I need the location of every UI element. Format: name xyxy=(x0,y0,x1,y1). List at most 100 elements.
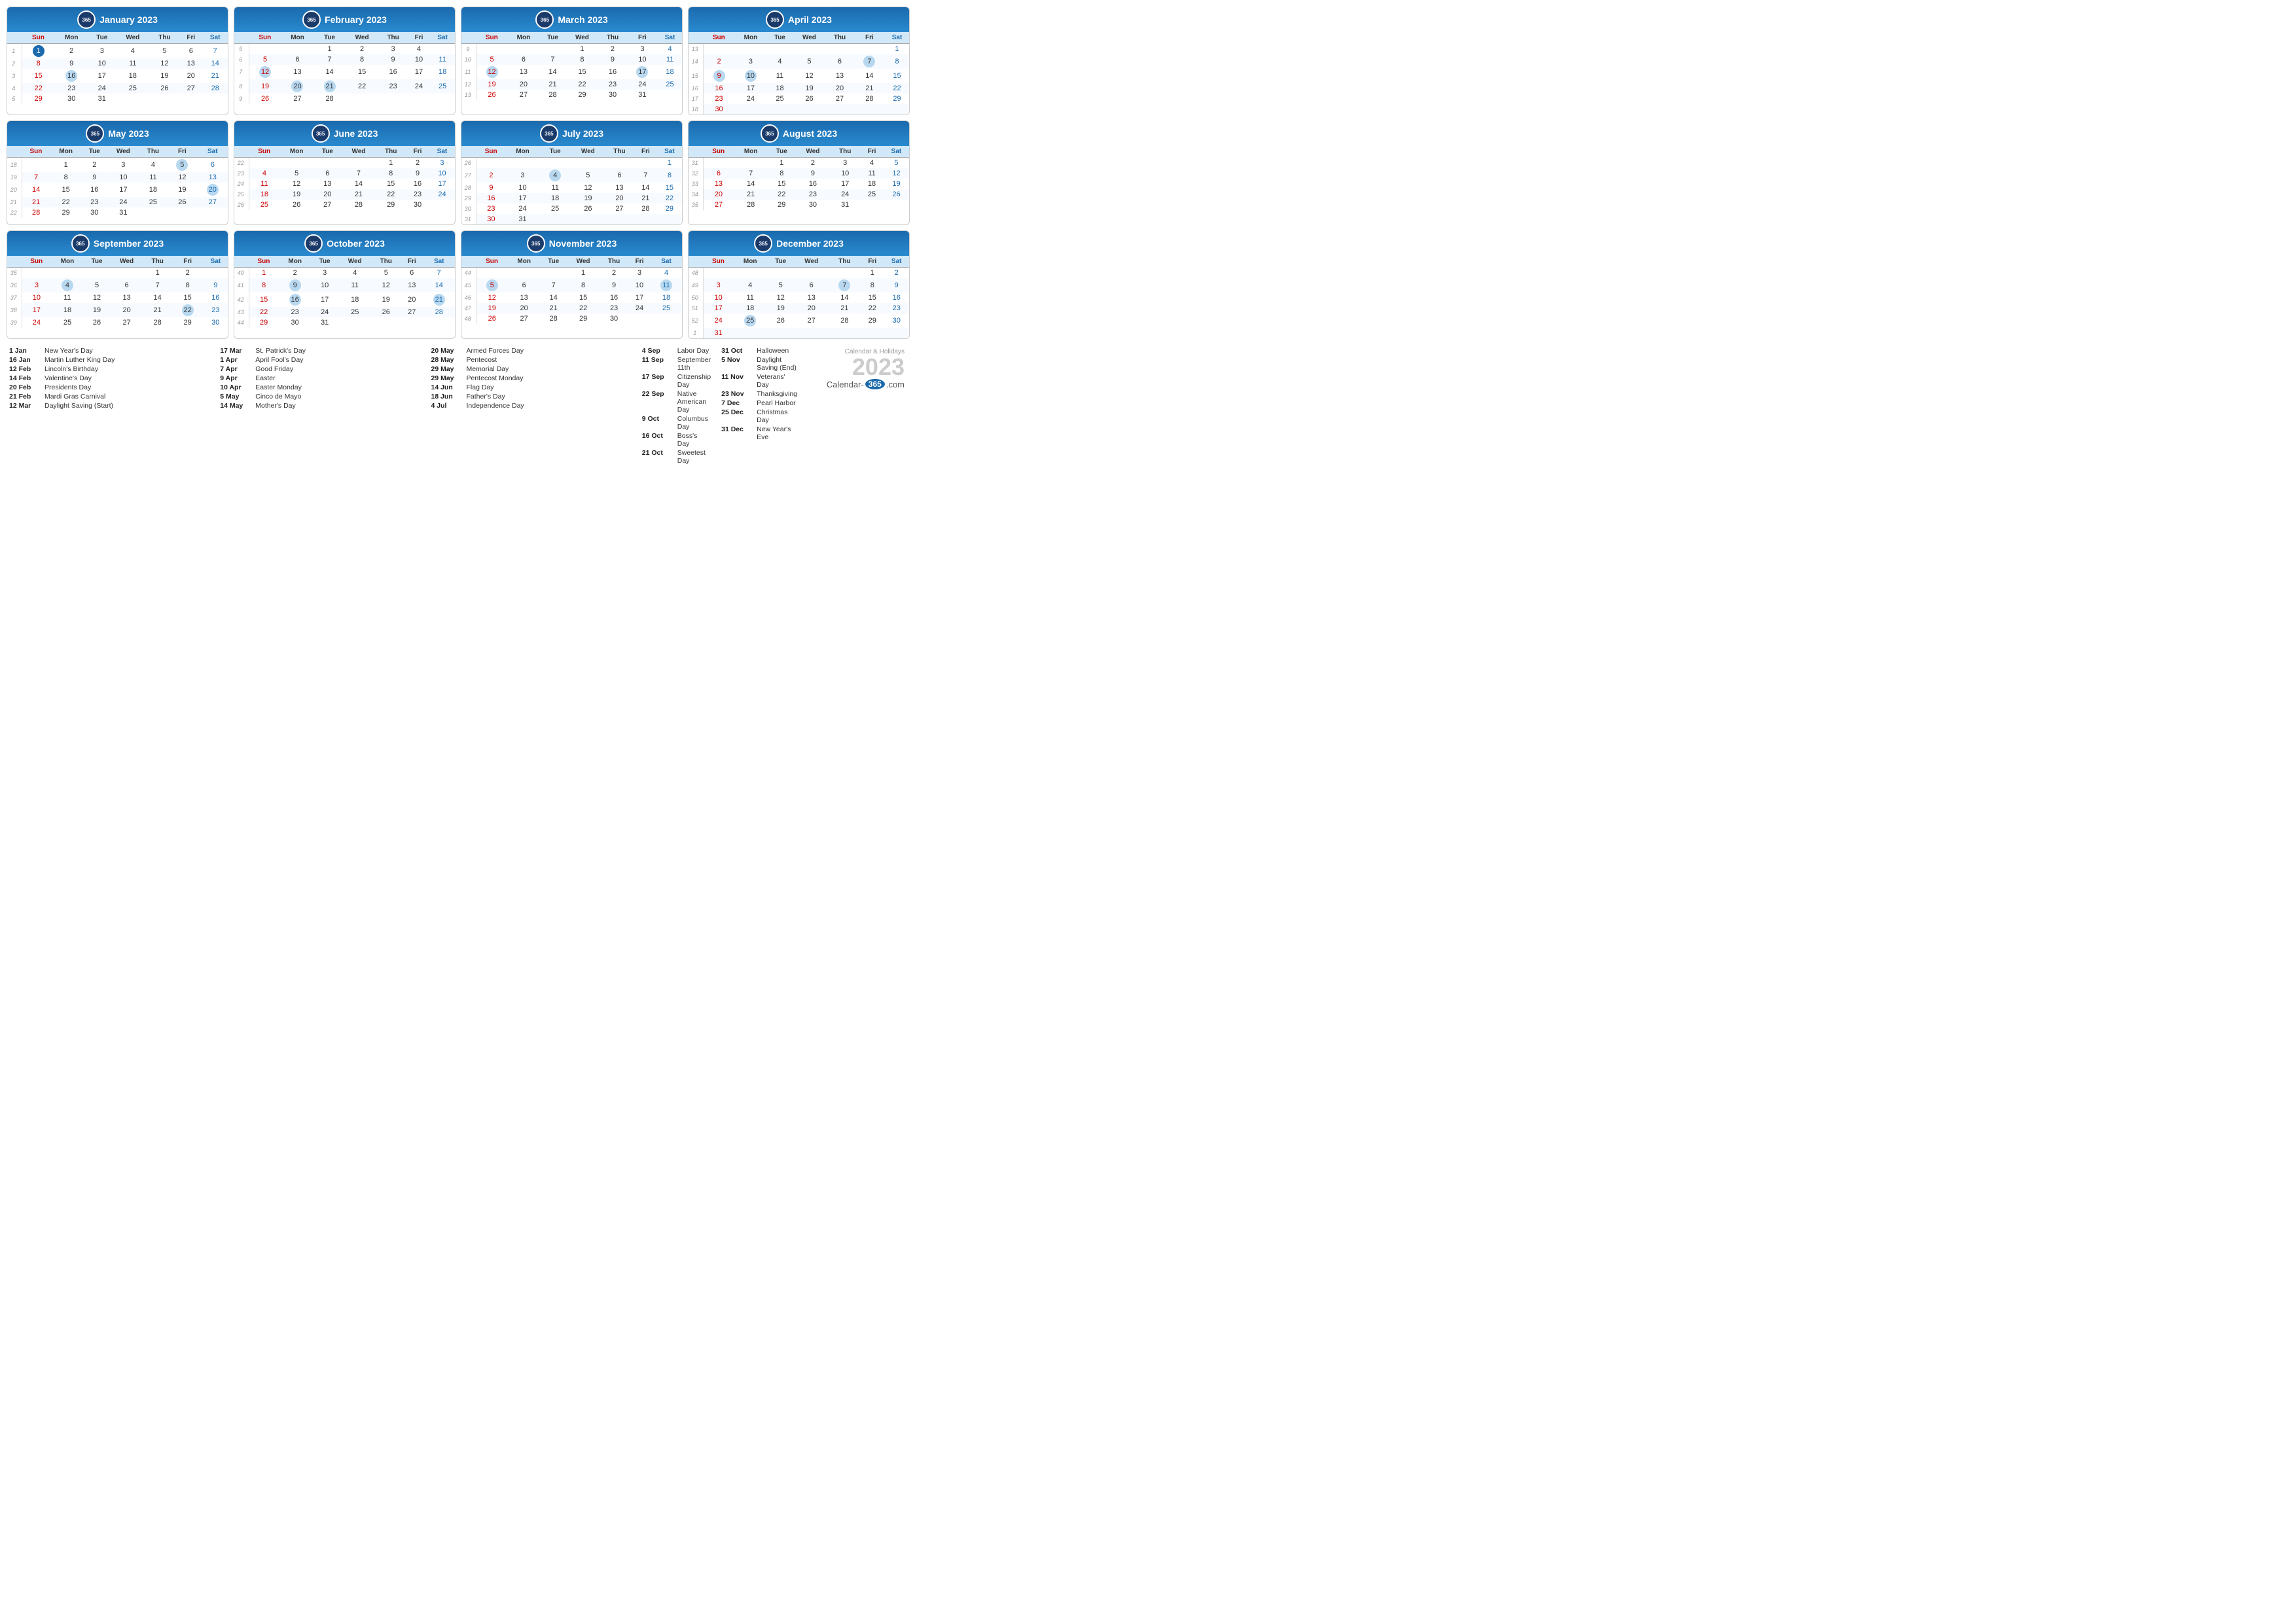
day-header-sun: Sun xyxy=(703,256,734,268)
holiday-name: Pearl Harbor xyxy=(757,399,796,407)
month-title: August 2023 xyxy=(783,128,837,139)
day-cell: 12 xyxy=(279,179,314,189)
day-cell: 28 xyxy=(342,200,376,210)
day-cell: 27 xyxy=(314,200,342,210)
day-cell: 24 xyxy=(312,307,338,317)
day-cell: 17 xyxy=(22,303,51,317)
holiday-date: 9 Oct xyxy=(642,415,673,431)
month-card-august-2023: 365August 2023SunMonTueWedThuFriSat31123… xyxy=(688,120,910,225)
week-row: 142345678 xyxy=(689,54,909,69)
week-number: 38 xyxy=(7,303,22,317)
day-cell: 16 xyxy=(884,293,909,303)
day-cell: 3 xyxy=(88,44,116,59)
day-cell: 25 xyxy=(338,307,372,317)
day-cell: 9 xyxy=(82,172,108,183)
day-cell: 14 xyxy=(143,293,172,303)
day-cell: 26 xyxy=(372,307,401,317)
day-cell: 22 xyxy=(376,189,406,200)
day-cell: 10 xyxy=(429,168,455,179)
holiday-name: September 11th xyxy=(677,356,711,372)
day-header-tue: Tue xyxy=(82,146,108,158)
month-table: SunMonTueWedThuFriSat2212323456789102411… xyxy=(234,146,455,210)
day-cell: 19 xyxy=(767,303,795,313)
week-number: 22 xyxy=(234,158,249,169)
day-cell xyxy=(540,268,567,279)
day-header-sun: Sun xyxy=(703,32,735,44)
day-cell: 26 xyxy=(279,200,314,210)
day-header-fri: Fri xyxy=(627,32,658,44)
day-header-mon: Mon xyxy=(508,32,540,44)
holiday-row: 14 FebValentine's Day xyxy=(9,374,212,382)
week-number: 34 xyxy=(689,189,703,200)
holiday-name: Pentecost Monday xyxy=(467,374,524,382)
day-cell: 15 xyxy=(172,293,204,303)
day-cell xyxy=(378,94,407,104)
day-cell: 23 xyxy=(279,307,312,317)
brand-badge: 365 xyxy=(865,379,885,389)
holiday-name: Easter xyxy=(255,374,275,382)
week-number: 47 xyxy=(461,303,476,313)
holiday-row: 20 MayArmed Forces Day xyxy=(431,347,634,355)
holiday-date: 4 Jul xyxy=(431,402,463,410)
month-header: 365December 2023 xyxy=(689,231,909,256)
holiday-name: Memorial Day xyxy=(467,365,509,373)
week-number: 46 xyxy=(461,293,476,303)
week-number: 5 xyxy=(7,94,22,104)
week-number: 28 xyxy=(461,183,476,193)
day-cell: 12 xyxy=(476,293,508,303)
holiday-date: 31 Dec xyxy=(721,425,753,441)
day-cell: 31 xyxy=(703,328,734,338)
holidays-section: 1 JanNew Year's Day16 JanMartin Luther K… xyxy=(7,346,910,467)
holiday-date: 29 May xyxy=(431,374,463,382)
day-cell: 17 xyxy=(312,293,338,307)
day-cell: 17 xyxy=(830,179,860,189)
day-cell: 17 xyxy=(627,65,658,79)
holiday-name: Cinco de Mayo xyxy=(255,393,301,401)
week-number: 41 xyxy=(234,278,249,293)
holiday-row: 14 MayMother's Day xyxy=(220,402,423,410)
day-cell: 5 xyxy=(150,44,179,59)
day-cell: 27 xyxy=(281,94,314,104)
day-cell: 8 xyxy=(249,278,279,293)
week-row: 2891011121314 xyxy=(7,58,228,69)
holiday-date: 16 Jan xyxy=(9,356,41,364)
day-cell: 14 xyxy=(22,183,50,197)
day-cell: 21 xyxy=(854,83,885,94)
holiday-name: Daylight Saving (Start) xyxy=(45,402,113,410)
day-cell: 6 xyxy=(703,168,734,179)
day-cell: 23 xyxy=(796,189,831,200)
day-cell: 7 xyxy=(423,268,455,279)
day-cell: 22 xyxy=(566,79,599,90)
week-row: 13262728293031 xyxy=(461,90,682,100)
month-card-may-2023: 365May 2023SunMonTueWedThuFriSat18123456… xyxy=(7,120,228,225)
day-header-mon: Mon xyxy=(279,146,314,158)
day-cell xyxy=(539,214,571,224)
day-header-fri: Fri xyxy=(634,146,657,158)
day-cell: 27 xyxy=(795,313,829,328)
day-header-wed: Wed xyxy=(107,146,139,158)
week-number: 17 xyxy=(689,94,703,104)
day-cell: 12 xyxy=(150,58,179,69)
day-cell: 28 xyxy=(423,307,455,317)
day-cell: 28 xyxy=(22,207,50,218)
day-cell: 15 xyxy=(567,293,600,303)
month-title: November 2023 xyxy=(549,238,617,249)
day-cell: 29 xyxy=(50,207,82,218)
day-cell: 29 xyxy=(172,317,204,328)
day-cell: 10 xyxy=(628,278,651,293)
month-header: 365November 2023 xyxy=(461,231,682,256)
holiday-row: 5 NovDaylight Saving (End) xyxy=(721,356,797,372)
day-cell: 10 xyxy=(830,168,860,179)
week-number: 25 xyxy=(234,189,249,200)
week-row: 3710111213141516 xyxy=(7,293,228,303)
holiday-name: Good Friday xyxy=(255,365,293,373)
week-number: 48 xyxy=(461,313,476,324)
holiday-row: 20 FebPresidents Day xyxy=(9,383,212,391)
day-header-sat: Sat xyxy=(884,256,909,268)
holiday-row: 11 SepSeptember 11th xyxy=(642,356,711,372)
month-header: 365May 2023 xyxy=(7,121,228,146)
day-cell: 24 xyxy=(703,313,734,328)
holiday-date: 10 Apr xyxy=(220,383,251,391)
day-cell: 13 xyxy=(179,58,202,69)
week-number: 48 xyxy=(689,268,703,279)
